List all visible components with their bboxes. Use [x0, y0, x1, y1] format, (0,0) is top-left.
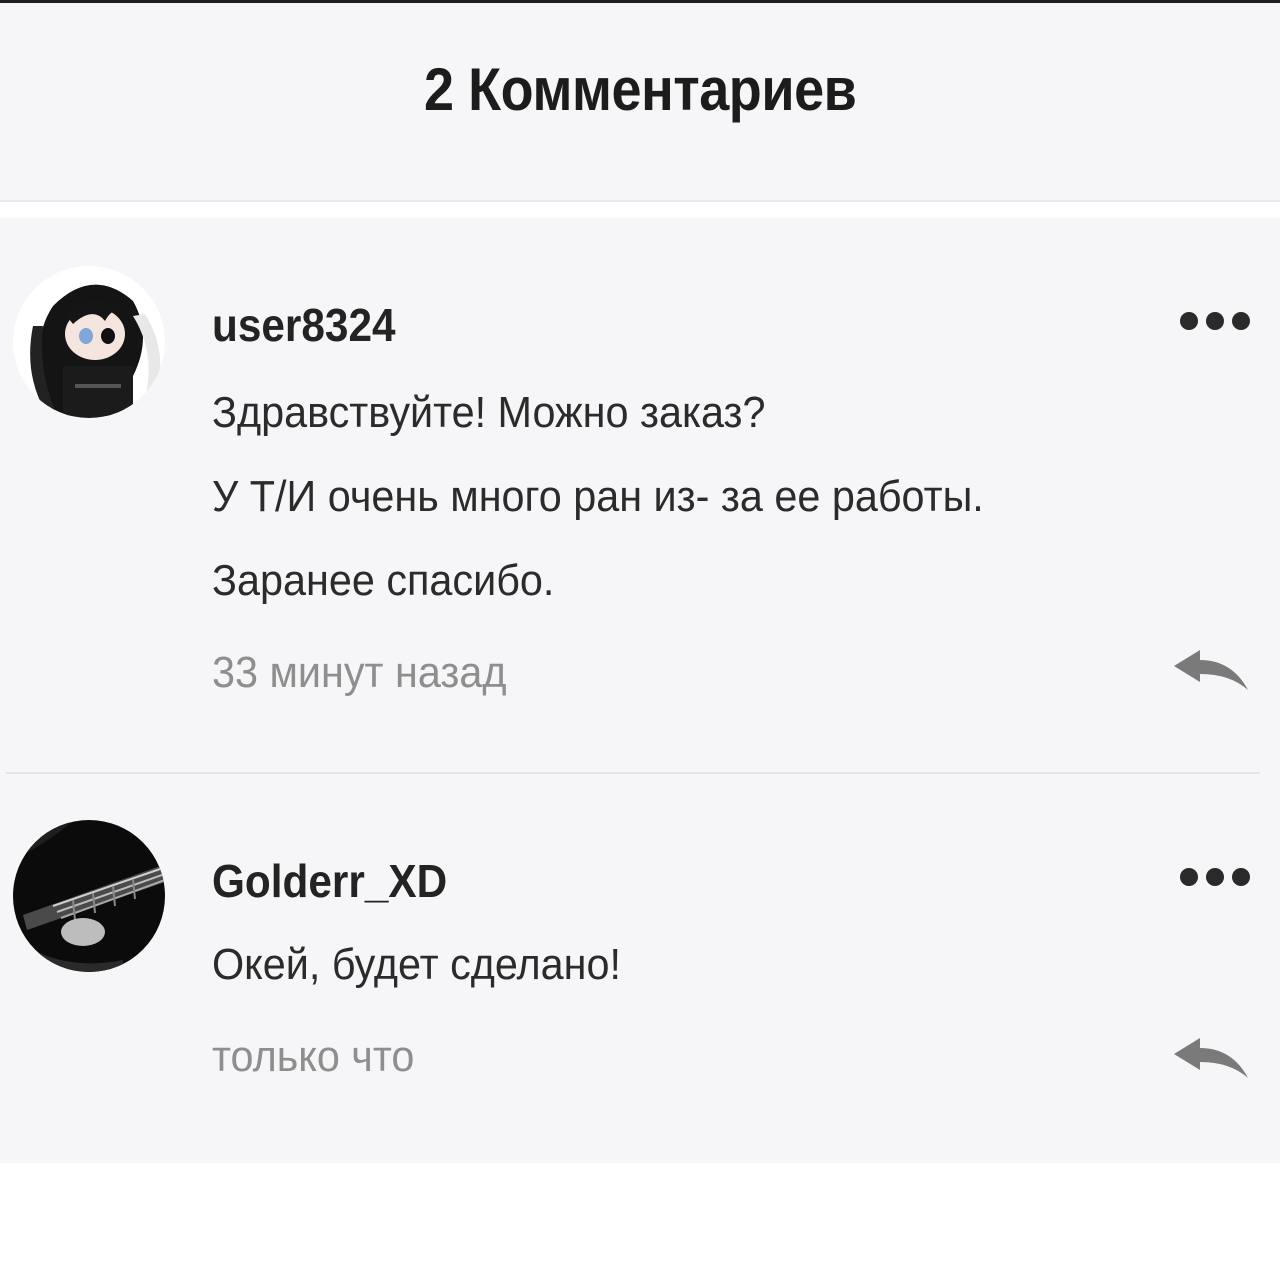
comment-item: Golderr_XD Окей, будет сделано! только ч… [0, 774, 1280, 1163]
comment-text-line: Окей, будет сделано! [212, 940, 622, 989]
comments-list: user8324 Здравствуйте! Можно заказ? У Т/… [0, 218, 1280, 1163]
comment-item: user8324 Здравствуйте! Можно заказ? У Т/… [0, 218, 1280, 773]
comments-header: 2 Комментариев [0, 3, 1280, 200]
avatar[interactable] [13, 820, 165, 972]
reply-arrow-icon[interactable] [1170, 1036, 1250, 1082]
more-dots-icon[interactable] [1170, 306, 1250, 336]
section-gap [0, 202, 1280, 218]
anime-girl-avatar-icon [13, 266, 165, 418]
comment-text-line: Здравствуйте! Можно заказ? [212, 388, 766, 437]
comment-timestamp: 33 минут назад [212, 648, 507, 697]
comment-text-line: У Т/И очень много ран из- за ее работы. [212, 472, 984, 521]
avatar[interactable] [13, 266, 165, 418]
bottom-blank-area [0, 1163, 1280, 1280]
comment-username[interactable]: user8324 [212, 298, 396, 352]
reply-arrow-icon[interactable] [1170, 648, 1250, 694]
comment-username[interactable]: Golderr_XD [212, 854, 447, 908]
guitar-photo-avatar-icon [13, 820, 165, 972]
comment-timestamp: только что [212, 1032, 415, 1081]
comment-text-line: Заранее спасибо. [212, 556, 555, 605]
comments-count-title: 2 Комментариев [423, 56, 857, 123]
more-dots-icon[interactable] [1170, 862, 1250, 892]
